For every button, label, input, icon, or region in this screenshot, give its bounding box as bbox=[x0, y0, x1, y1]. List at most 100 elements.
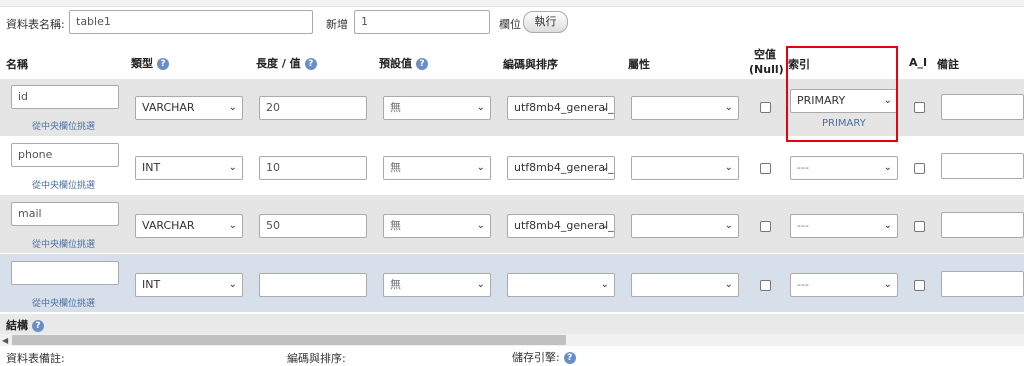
help-icon[interactable]: ? bbox=[157, 58, 169, 70]
default-select-value: 無 bbox=[390, 219, 401, 232]
help-icon[interactable]: ? bbox=[304, 58, 317, 70]
add-label: 新增 bbox=[326, 18, 348, 31]
header-type-label: 類型 bbox=[131, 57, 153, 70]
default-select-value: 無 bbox=[390, 161, 401, 174]
go-button[interactable]: 執行 bbox=[523, 11, 568, 33]
index-select[interactable]: --- ⌄ bbox=[790, 156, 898, 180]
default-select[interactable]: 無 ⌄ bbox=[383, 214, 491, 238]
header-attributes: 屬性 bbox=[628, 58, 650, 71]
attributes-select[interactable]: ⌄ bbox=[631, 156, 739, 180]
index-select-value: --- bbox=[797, 278, 809, 291]
help-icon[interactable]: ? bbox=[32, 320, 44, 332]
length-input[interactable]: 10 bbox=[259, 156, 367, 180]
header-type: 類型? bbox=[131, 55, 169, 71]
chevron-down-icon: ⌄ bbox=[600, 220, 609, 231]
type-select[interactable]: INT ⌄ bbox=[135, 273, 243, 297]
central-columns-link[interactable]: 從中央欄位挑選 bbox=[32, 296, 95, 309]
null-checkbox[interactable] bbox=[760, 163, 771, 174]
comments-input[interactable] bbox=[941, 212, 1024, 238]
type-select-value: INT bbox=[142, 161, 161, 174]
chevron-down-icon: ⌄ bbox=[724, 162, 733, 173]
collation-select[interactable]: utf8mb4_general_ ⌄ bbox=[507, 156, 615, 180]
default-select-value: 無 bbox=[390, 278, 401, 291]
help-icon[interactable]: ? bbox=[416, 58, 428, 70]
structure-label: 結構 bbox=[6, 319, 28, 332]
top-divider bbox=[0, 0, 1024, 7]
collation-select[interactable]: utf8mb4_general_ ⌄ bbox=[507, 96, 615, 120]
chevron-down-icon: ⌄ bbox=[228, 102, 237, 113]
ai-checkbox[interactable] bbox=[914, 102, 925, 113]
central-columns-link[interactable]: 從中央欄位挑選 bbox=[32, 237, 95, 250]
help-icon[interactable]: ? bbox=[563, 352, 576, 364]
chevron-down-icon: ⌄ bbox=[476, 102, 485, 113]
chevron-down-icon: ⌄ bbox=[724, 279, 733, 290]
collation-select-value: utf8mb4_general_ bbox=[514, 101, 614, 114]
table-name-input[interactable]: table1 bbox=[69, 10, 313, 34]
attributes-select[interactable]: ⌄ bbox=[631, 96, 739, 120]
header-length: 長度 / 值? bbox=[256, 55, 317, 71]
header-collation: 編碼與排序 bbox=[503, 58, 558, 71]
length-input[interactable]: 50 bbox=[259, 214, 367, 238]
chevron-down-icon: ⌄ bbox=[883, 162, 892, 173]
header-null: 空值 (Null) bbox=[749, 47, 784, 77]
header-null-line1: 空值 bbox=[754, 48, 776, 61]
chevron-down-icon: ⌄ bbox=[724, 220, 733, 231]
scrollbar-thumb[interactable] bbox=[12, 335, 566, 345]
central-columns-link[interactable]: 從中央欄位挑選 bbox=[32, 178, 95, 191]
comments-input[interactable] bbox=[941, 153, 1024, 179]
type-select[interactable]: INT ⌄ bbox=[135, 156, 243, 180]
chevron-down-icon: ⌄ bbox=[883, 220, 892, 231]
collation-select[interactable]: utf8mb4_general_ ⌄ bbox=[507, 214, 615, 238]
default-select[interactable]: 無 ⌄ bbox=[383, 96, 491, 120]
attributes-select[interactable]: ⌄ bbox=[631, 273, 739, 297]
null-checkbox[interactable] bbox=[760, 280, 771, 291]
table-name-label: 資料表名稱: bbox=[6, 18, 65, 31]
chevron-down-icon: ⌄ bbox=[476, 279, 485, 290]
type-select[interactable]: VARCHAR ⌄ bbox=[135, 214, 243, 238]
default-select[interactable]: 無 ⌄ bbox=[383, 156, 491, 180]
chevron-down-icon: ⌄ bbox=[600, 102, 609, 113]
header-ai: A_I bbox=[909, 56, 928, 69]
comments-input[interactable] bbox=[941, 94, 1024, 120]
chevron-down-icon: ⌄ bbox=[228, 220, 237, 231]
ai-checkbox[interactable] bbox=[914, 163, 925, 174]
null-checkbox[interactable] bbox=[760, 221, 771, 232]
index-select-value: --- bbox=[797, 219, 809, 232]
scroll-left-icon[interactable]: ◀ bbox=[2, 336, 8, 345]
type-select-value: INT bbox=[142, 278, 161, 291]
storage-engine: 儲存引擎:? bbox=[512, 349, 576, 365]
header-length-label: 長度 / 值 bbox=[256, 57, 301, 70]
header-default: 預設值? bbox=[379, 55, 428, 71]
chevron-down-icon: ⌄ bbox=[724, 102, 733, 113]
attributes-select[interactable]: ⌄ bbox=[631, 214, 739, 238]
header-null-line2: (Null) bbox=[749, 63, 784, 76]
ai-checkbox[interactable] bbox=[914, 221, 925, 232]
table-comment-label: 資料表備註: bbox=[6, 352, 65, 365]
ai-checkbox[interactable] bbox=[914, 280, 925, 291]
column-name-input[interactable] bbox=[11, 261, 119, 285]
storage-engine-label: 儲存引擎: bbox=[512, 351, 560, 364]
length-input[interactable] bbox=[259, 273, 367, 297]
add-suffix-label: 欄位 bbox=[499, 18, 521, 31]
add-count-input[interactable]: 1 bbox=[354, 10, 490, 34]
null-checkbox[interactable] bbox=[760, 102, 771, 113]
index-select[interactable]: --- ⌄ bbox=[790, 273, 898, 297]
chevron-down-icon: ⌄ bbox=[883, 279, 892, 290]
column-name-input[interactable]: id bbox=[11, 85, 119, 109]
column-name-input[interactable]: phone bbox=[11, 143, 119, 167]
structure-section[interactable]: 結構? bbox=[6, 317, 44, 333]
type-select-value: VARCHAR bbox=[142, 219, 195, 232]
comments-input[interactable] bbox=[941, 271, 1024, 297]
default-select[interactable]: 無 ⌄ bbox=[383, 273, 491, 297]
type-select[interactable]: VARCHAR ⌄ bbox=[135, 96, 243, 120]
length-input[interactable]: 20 bbox=[259, 96, 367, 120]
index-select-value: --- bbox=[797, 161, 809, 174]
collation-select[interactable]: ⌄ bbox=[507, 273, 615, 297]
chevron-down-icon: ⌄ bbox=[228, 162, 237, 173]
table-collation-label: 編碼與排序: bbox=[287, 352, 346, 365]
chevron-down-icon: ⌄ bbox=[476, 162, 485, 173]
central-columns-link[interactable]: 從中央欄位挑選 bbox=[32, 119, 95, 132]
index-select[interactable]: --- ⌄ bbox=[790, 214, 898, 238]
column-name-input[interactable]: mail bbox=[11, 202, 119, 226]
default-select-value: 無 bbox=[390, 101, 401, 114]
